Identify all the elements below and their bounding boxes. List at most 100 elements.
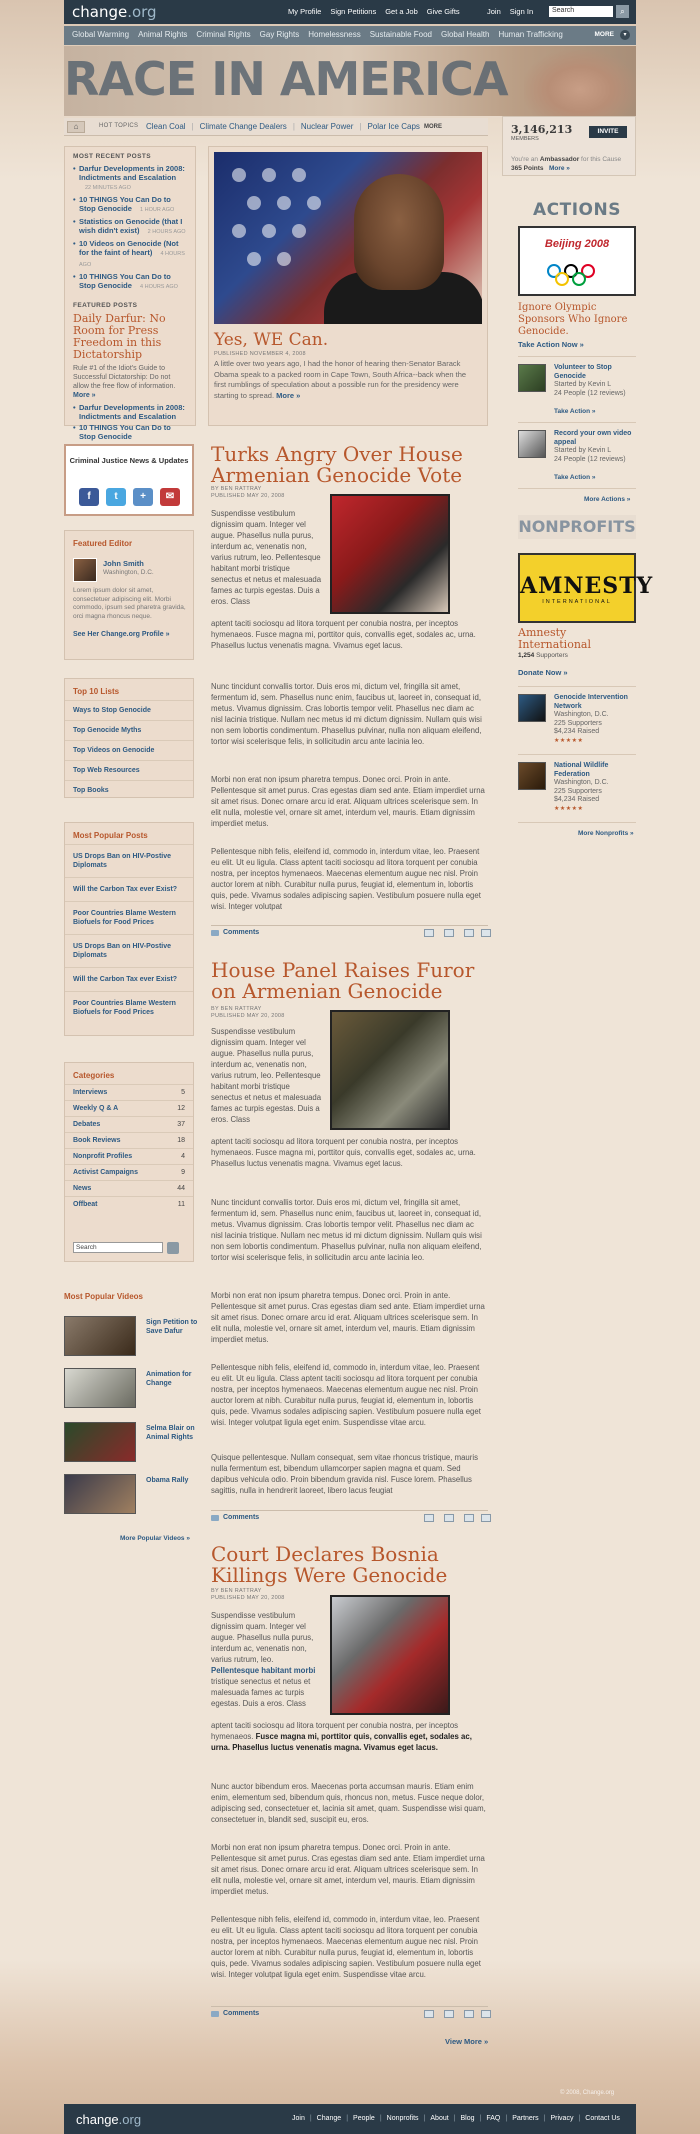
article-title[interactable]: Turks Angry Over House Armenian Genocide… — [211, 444, 491, 486]
cat-gay-rights[interactable]: Gay Rights — [260, 30, 300, 39]
more-videos-link[interactable]: More Popular Videos » — [120, 1535, 190, 1542]
recent-post-link[interactable]: 10 THINGS You Can Do to Stop Genocide 1 … — [73, 195, 187, 215]
beijing-2008-logo[interactable]: Beijing 2008 — [518, 226, 636, 296]
cat-homelessness[interactable]: Homelessness — [308, 30, 360, 39]
tag-polar-ice-caps[interactable]: Polar Ice Caps — [367, 122, 419, 131]
footer-people-link[interactable]: People — [353, 2115, 375, 2122]
donate-now-link[interactable]: Donate Now » — [518, 668, 568, 677]
site-logo[interactable]: change.org — [72, 3, 157, 21]
give-gifts-link[interactable]: Give Gifts — [427, 7, 460, 16]
list-item[interactable]: US Drops Ban on HIV-Postive Diplomats — [65, 934, 193, 967]
footer-partners-link[interactable]: Partners — [512, 2115, 538, 2122]
category-row[interactable]: Interviews 5 — [65, 1084, 193, 1100]
footer-about-link[interactable]: About — [430, 2115, 448, 2122]
more-nonprofits-link[interactable]: More Nonprofits » — [578, 830, 634, 837]
list-item[interactable]: Poor Countries Blame Western Biofuels fo… — [65, 901, 193, 934]
list-item[interactable]: Top Videos on Genocide — [65, 740, 193, 760]
email-icon[interactable] — [444, 929, 454, 937]
feature-photo[interactable] — [214, 152, 482, 324]
comment-icon[interactable] — [211, 1515, 219, 1521]
cat-animal-rights[interactable]: Animal Rights — [138, 30, 187, 39]
list-item[interactable]: Top Genocide Myths — [65, 720, 193, 740]
hot-topics-more[interactable]: MORE — [424, 124, 442, 130]
footer-blog-link[interactable]: Blog — [461, 2115, 475, 2122]
article-inline-link[interactable]: Pellentesque habitant morbi — [211, 1666, 315, 1675]
footer-logo[interactable]: change.org — [76, 2112, 141, 2127]
footer-nonprofits-link[interactable]: Nonprofits — [387, 2115, 419, 2122]
bookmark-icon[interactable] — [481, 2010, 491, 2018]
facebook-icon[interactable]: f — [79, 488, 99, 506]
footer-privacy-link[interactable]: Privacy — [551, 2115, 574, 2122]
search-icon[interactable] — [167, 1242, 179, 1254]
footer-contact-link[interactable]: Contact Us — [585, 2115, 620, 2122]
take-action-now-link[interactable]: Take Action Now » — [518, 340, 584, 349]
footer-join-link[interactable]: Join — [292, 2115, 305, 2122]
email-icon[interactable] — [444, 2010, 454, 2018]
article-photo[interactable] — [330, 494, 450, 614]
view-more-link[interactable]: View More » — [445, 2037, 488, 2046]
bookmark-icon[interactable] — [481, 1514, 491, 1522]
recent-post-link[interactable]: Statistics on Genocide (that I wish didn… — [73, 217, 187, 237]
list-item[interactable]: Top Books — [65, 780, 193, 800]
action-thumbnail[interactable] — [518, 364, 546, 392]
video-thumbnail[interactable] — [64, 1368, 136, 1408]
category-row[interactable]: Weekly Q & A 12 — [65, 1100, 193, 1116]
twitter-icon[interactable]: t — [106, 488, 126, 506]
featured-post-link[interactable]: Darfur Developments in 2008: Indictments… — [73, 403, 187, 421]
print-icon[interactable] — [464, 929, 474, 937]
nonprofit-logo[interactable] — [518, 694, 546, 722]
take-action-link[interactable]: Take Action » — [554, 408, 596, 415]
article-photo[interactable] — [330, 1595, 450, 1715]
tag-climate-change-dealers[interactable]: Climate Change Dealers — [200, 122, 287, 131]
search-input[interactable]: Search — [549, 6, 613, 17]
sign-in-link[interactable]: Sign In — [510, 7, 533, 16]
cat-human-trafficking[interactable]: Human Trafficking — [498, 30, 562, 39]
cat-criminal-rights[interactable]: Criminal Rights — [196, 30, 250, 39]
footer-change-link[interactable]: Change — [317, 2115, 342, 2122]
video-thumbnail[interactable] — [64, 1316, 136, 1356]
cat-sustainable-food[interactable]: Sustainable Food — [370, 30, 432, 39]
featured-post-title[interactable]: Daily Darfur: No Room for Press Freedom … — [73, 313, 187, 361]
category-row[interactable]: Activist Campaigns 9 — [65, 1164, 193, 1180]
video-thumbnail[interactable] — [64, 1474, 136, 1514]
recent-post-link[interactable]: 10 Videos on Genocide (Not for the faint… — [73, 239, 187, 270]
cat-global-health[interactable]: Global Health — [441, 30, 489, 39]
categories-more-button[interactable]: MORE — [595, 31, 615, 38]
search-icon[interactable]: ⌕ — [616, 5, 629, 18]
footer-faq-link[interactable]: FAQ — [486, 2115, 500, 2122]
list-item[interactable]: Poor Countries Blame Western Biofuels fo… — [65, 991, 193, 1024]
more-actions-link[interactable]: More Actions » — [584, 496, 630, 503]
featured-post-more[interactable]: More » — [73, 392, 96, 399]
cat-global-warming[interactable]: Global Warming — [72, 30, 129, 39]
points-more-link[interactable]: More » — [549, 165, 570, 172]
camera-icon[interactable] — [518, 430, 546, 458]
list-item[interactable]: Ways to Stop Genocide — [65, 700, 193, 720]
featured-post-link[interactable]: 10 THINGS You Can Do to Stop Genocide — [73, 423, 187, 441]
editor-name[interactable]: John Smith — [103, 559, 144, 568]
category-row[interactable]: Debates 37 — [65, 1116, 193, 1132]
list-item[interactable]: US Drops Ban on HIV-Postive Diplomats — [65, 844, 193, 877]
nonprofit-feature-name[interactable]: Amnesty International — [518, 627, 636, 651]
comments-link[interactable]: Comments — [223, 929, 259, 936]
article-title[interactable]: Court Declares Bosnia Killings Were Geno… — [211, 1544, 491, 1586]
share-icon[interactable]: + — [133, 488, 153, 506]
invite-button[interactable]: INVITE — [589, 126, 627, 138]
category-row[interactable]: Book Reviews 18 — [65, 1132, 193, 1148]
recent-post-link[interactable]: Darfur Developments in 2008: Indictments… — [73, 164, 187, 193]
recent-post-link[interactable]: 10 THINGS You Can Do to Stop Genocide 4 … — [73, 272, 187, 292]
avatar[interactable] — [73, 558, 97, 582]
my-profile-link[interactable]: My Profile — [288, 7, 321, 16]
category-search-input[interactable]: Search — [73, 1242, 163, 1253]
action-feature-title[interactable]: Ignore Olympic Sponsors Who Ignore Genoc… — [518, 302, 636, 338]
tag-nuclear-power[interactable]: Nuclear Power — [301, 122, 353, 131]
list-item[interactable]: Top Web Resources — [65, 760, 193, 780]
nonprofit-logo[interactable] — [518, 762, 546, 790]
article-photo[interactable] — [330, 1010, 450, 1130]
feature-title[interactable]: Yes, WE Can. — [214, 330, 328, 350]
editor-profile-link[interactable]: See Her Change.org Profile » — [73, 631, 169, 638]
share-icon[interactable] — [424, 929, 434, 937]
list-item[interactable]: Will the Carbon Tax ever Exist? — [65, 967, 193, 991]
bookmark-icon[interactable] — [481, 929, 491, 937]
comment-icon[interactable] — [211, 930, 219, 936]
share-icon[interactable] — [424, 1514, 434, 1522]
